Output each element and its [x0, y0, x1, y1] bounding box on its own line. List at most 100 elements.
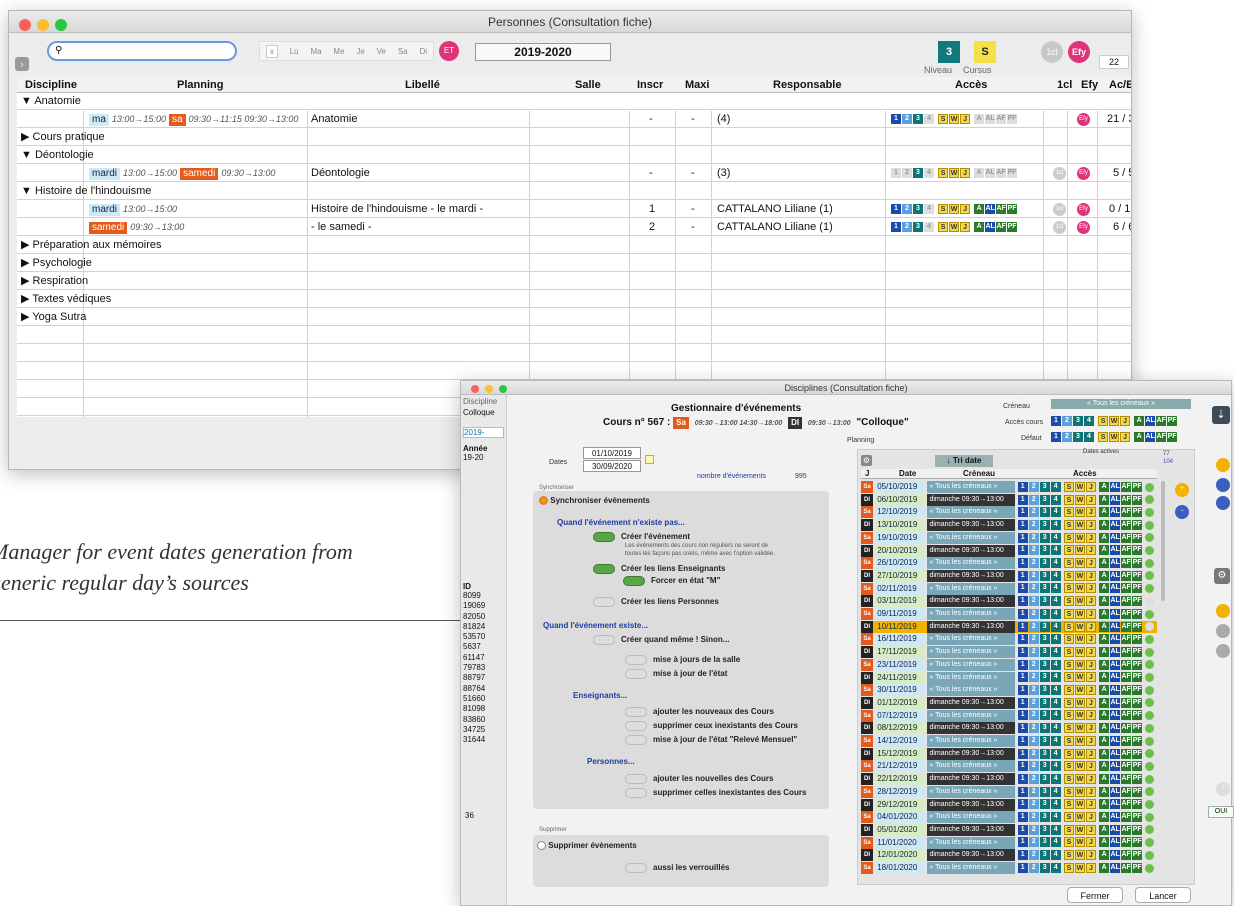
fermer-button[interactable]: Fermer: [1067, 887, 1123, 903]
efy-icon[interactable]: Efy: [1077, 203, 1090, 216]
sidebar-toggle-button[interactable]: ›: [15, 57, 29, 71]
event-row[interactable]: DI 05/01/2020 dimanche 09:30→13:00 1234 …: [861, 823, 1157, 836]
event-row[interactable]: Sa 21/12/2019 « Tous les créneaux » 1234…: [861, 760, 1157, 773]
table-row[interactable]: mardi 13:00→15:00 samedi 09:30→13:00 Déonto…: [17, 165, 1131, 182]
check-icon[interactable]: [1145, 647, 1155, 657]
toggle-icon[interactable]: [625, 707, 647, 717]
yellow-doc-icon[interactable]: [1216, 604, 1230, 618]
group-row[interactable]: ▶ Préparation aux mémoires: [17, 237, 1131, 254]
check-icon[interactable]: [1145, 787, 1155, 797]
add-icon[interactable]: +: [1175, 483, 1189, 497]
group-row[interactable]: ▼ Déontologie: [17, 147, 1131, 164]
check-icon[interactable]: [1145, 863, 1155, 873]
toggle-icon[interactable]: [625, 788, 647, 798]
opt-supprimer-personnes[interactable]: supprimer celles inexistantes des Cours: [625, 788, 806, 798]
check-icon[interactable]: [1145, 482, 1155, 492]
opt-maj-salle[interactable]: mise à jours de la salle: [625, 655, 740, 665]
check-icon[interactable]: [1145, 812, 1155, 822]
event-row[interactable]: Sa 16/11/2019 « Tous les créneaux » 1234…: [861, 633, 1157, 646]
tri-date-button[interactable]: ↓ Tri date: [935, 455, 993, 467]
efy-icon[interactable]: Efy: [1077, 167, 1090, 180]
toggle-icon[interactable]: [625, 735, 647, 745]
col-salle[interactable]: Salle: [575, 79, 601, 91]
event-row[interactable]: DI 01/12/2019 dimanche 09:30→13:00 1234 …: [861, 696, 1157, 709]
1cl-icon[interactable]: 1cl: [1053, 221, 1066, 234]
table-row[interactable]: ma 13:00→15:00 sa 09:30→11:15 09:30→13:00 A…: [17, 111, 1131, 128]
left-id-item[interactable]: 51660: [463, 694, 504, 704]
check-icon[interactable]: [1145, 685, 1155, 695]
event-row[interactable]: Sa 30/11/2019 « Tous les créneaux » 1234…: [861, 684, 1157, 697]
event-row[interactable]: DI 22/12/2019 dimanche 09:30→13:00 1234 …: [861, 773, 1157, 786]
check-icon[interactable]: [1145, 571, 1155, 581]
efy-badge[interactable]: Efy: [1068, 41, 1090, 63]
col-libelle[interactable]: Libellé: [405, 79, 440, 91]
opt-verrouilles[interactable]: aussi les verrouillés: [625, 863, 730, 873]
up-icon[interactable]: ↑: [1216, 782, 1230, 796]
check-icon[interactable]: [1145, 800, 1155, 809]
events-scrollbar[interactable]: [1161, 481, 1165, 601]
grey-doc-icon[interactable]: [1216, 644, 1230, 658]
left-id-item[interactable]: 5637: [463, 642, 504, 652]
table-row[interactable]: mardi 13:00→15:00 Histoire de l'hindouism…: [17, 201, 1131, 218]
event-row[interactable]: DI 17/11/2019 « Tous les créneaux » 1234…: [861, 646, 1157, 659]
event-row[interactable]: Sa 11/01/2020 « Tous les créneaux » 1234…: [861, 836, 1157, 849]
check-icon[interactable]: [1145, 533, 1155, 543]
efy-icon[interactable]: Efy: [1077, 113, 1090, 126]
col-maxi[interactable]: Maxi: [685, 79, 709, 91]
col-responsable[interactable]: Responsable: [773, 79, 841, 91]
check-icon[interactable]: [1145, 749, 1155, 759]
toggle-icon[interactable]: [625, 655, 647, 665]
check-icon[interactable]: [1145, 634, 1155, 644]
sync-radio[interactable]: Synchroniser évènements: [539, 496, 650, 506]
dialog-minimize[interactable]: [485, 385, 493, 393]
check-icon[interactable]: [1145, 660, 1155, 670]
1cl-badge[interactable]: 1cl: [1041, 41, 1063, 63]
left-id-item[interactable]: 82050: [463, 612, 504, 622]
left-id-item[interactable]: 83860: [463, 715, 504, 725]
delete-icon[interactable]: −: [1175, 505, 1189, 519]
day-sa[interactable]: Sa: [398, 47, 408, 56]
oui-badge[interactable]: OUI: [1208, 806, 1234, 818]
event-row[interactable]: Sa 04/01/2020 « Tous les créneaux » 1234…: [861, 811, 1157, 824]
check-icon[interactable]: [1145, 495, 1155, 505]
toggle-icon[interactable]: [625, 863, 647, 873]
event-row[interactable]: DI 15/12/2019 dimanche 09:30→13:00 1234 …: [861, 747, 1157, 760]
col-planning[interactable]: Planning: [177, 79, 223, 91]
grey-doc-icon[interactable]: [1216, 624, 1230, 638]
niveau-badge[interactable]: 3: [938, 41, 960, 63]
col-discipline[interactable]: Discipline: [25, 79, 77, 91]
blue-round-icon[interactable]: [1216, 496, 1230, 510]
creneau-select[interactable]: « Tous les créneaux »: [1051, 399, 1191, 409]
check-icon[interactable]: [1145, 596, 1155, 606]
check-icon[interactable]: [1145, 698, 1155, 708]
col-acces[interactable]: Accès: [1073, 469, 1097, 479]
toggle-icon[interactable]: [593, 635, 615, 645]
group-row[interactable]: ▼ Anatomie: [17, 93, 1131, 110]
event-row[interactable]: Sa 28/12/2019 « Tous les créneaux » 1234…: [861, 785, 1157, 798]
opt-liens-enseignants[interactable]: Créer les liens Enseignants: [593, 564, 726, 574]
zoom-light[interactable]: [55, 19, 67, 31]
group-row[interactable]: ▶ Textes védiques: [17, 291, 1131, 308]
check-icon[interactable]: [1145, 825, 1155, 835]
check-icon[interactable]: [1145, 622, 1155, 632]
left-id-item[interactable]: 19069: [463, 601, 504, 611]
left-id-item[interactable]: 8099: [463, 591, 504, 601]
left-id-item[interactable]: 88797: [463, 673, 504, 683]
check-icon[interactable]: [1145, 673, 1155, 682]
col-efy[interactable]: Efy: [1081, 79, 1098, 91]
opt-supprimer-enseignants[interactable]: supprimer ceux inexistants des Cours: [625, 721, 798, 731]
group-row[interactable]: ▶ Cours pratique: [17, 129, 1131, 146]
col-inscr[interactable]: Inscr: [637, 79, 663, 91]
minimize-light[interactable]: [37, 19, 49, 31]
left-id-item[interactable]: 53570: [463, 632, 504, 642]
toggle-icon[interactable]: [625, 669, 647, 679]
event-row[interactable]: Sa 12/10/2019 « Tous les créneaux » 1234…: [861, 506, 1157, 519]
left-id-item[interactable]: 61147: [463, 653, 504, 663]
toggle-icon[interactable]: [593, 564, 615, 574]
check-icon[interactable]: [1145, 584, 1155, 594]
table-row[interactable]: samedi 09:30→13:00 - le samedi - 2 - CATT…: [17, 219, 1131, 236]
check-icon[interactable]: [1145, 850, 1155, 860]
year-field[interactable]: 2019-2020: [475, 43, 611, 61]
check-icon[interactable]: [1145, 723, 1155, 733]
left-id-item[interactable]: 88764: [463, 684, 504, 694]
